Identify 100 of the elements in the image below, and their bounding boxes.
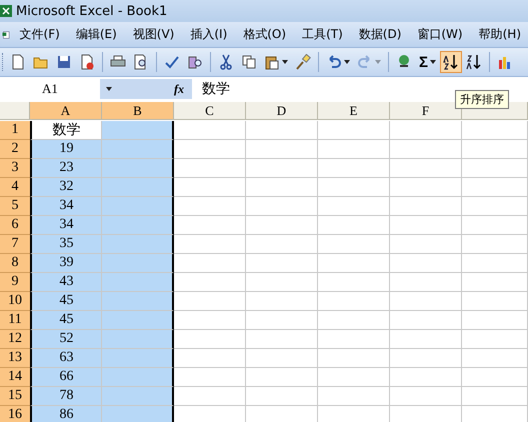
table-cell: [246, 311, 318, 330]
row-header[interactable]: 3: [0, 159, 30, 178]
table-cell: [390, 349, 462, 368]
row-header[interactable]: 6: [0, 216, 30, 235]
row-header[interactable]: 13: [0, 349, 30, 368]
table-cell: [174, 368, 246, 387]
menu-item[interactable]: 插入(I): [181, 26, 234, 43]
table-cell: [102, 121, 174, 140]
menu-item[interactable]: 工具(T): [293, 26, 350, 43]
table-cell: [390, 216, 462, 235]
table-cell: 78: [30, 387, 102, 406]
table-cell: [174, 387, 246, 406]
table-cell: [390, 254, 462, 273]
table-cell: [246, 273, 318, 292]
table-cell: [462, 311, 528, 330]
table-cell: [390, 387, 462, 406]
two-pages-icon: [241, 54, 257, 70]
table-cell: 34: [30, 216, 102, 235]
table-cell: 86: [30, 406, 102, 422]
table-cell: [174, 178, 246, 197]
table-cell: [102, 387, 174, 406]
row-header[interactable]: 8: [0, 254, 30, 273]
brush-icon: [295, 54, 311, 70]
table-cell: [246, 121, 318, 140]
table-cell: [318, 387, 390, 406]
table-cell: [462, 349, 528, 368]
table-cell: [246, 216, 318, 235]
column-header[interactable]: D: [246, 102, 318, 120]
table-cell: [174, 235, 246, 254]
table-cell: 39: [30, 254, 102, 273]
column-header[interactable]: B: [102, 102, 174, 120]
table-cell: [390, 292, 462, 311]
table-cell: [318, 140, 390, 159]
table-cell: [102, 197, 174, 216]
row-header[interactable]: 15: [0, 387, 30, 406]
table-cell: [102, 349, 174, 368]
table-cell: 45: [30, 292, 102, 311]
row-header[interactable]: 11: [0, 311, 30, 330]
table-cell: [246, 330, 318, 349]
column-header[interactable]: A: [30, 102, 102, 120]
row-header[interactable]: 12: [0, 330, 30, 349]
table-cell: [318, 216, 390, 235]
check-mark-icon: [164, 54, 180, 70]
name-box[interactable]: A1: [0, 79, 100, 99]
menu-item[interactable]: 编辑(E): [66, 26, 124, 43]
table-cell: [318, 197, 390, 216]
toolbar-button[interactable]: [440, 51, 462, 73]
table-cell: [102, 178, 174, 197]
table-cell: [102, 159, 174, 178]
scissors-icon: [218, 54, 234, 70]
table-cell: [390, 140, 462, 159]
table-cell: [174, 349, 246, 368]
table-cell: [462, 178, 528, 197]
row-header[interactable]: 14: [0, 368, 30, 387]
row-header[interactable]: 5: [0, 197, 30, 216]
table-cell: [462, 254, 528, 273]
menu-item[interactable]: 帮助(H): [470, 26, 528, 43]
table-cell: [102, 235, 174, 254]
row-header[interactable]: 10: [0, 292, 30, 311]
table-cell: [102, 368, 174, 387]
page-with-badge-icon: [79, 54, 95, 70]
table-cell: [174, 121, 246, 140]
row-header[interactable]: 1: [0, 121, 30, 140]
table-cell: 66: [30, 368, 102, 387]
clipboard-icon: [264, 54, 280, 70]
blank-page-icon: [10, 54, 26, 70]
table-cell: [174, 292, 246, 311]
menu-item[interactable]: 格式(O): [234, 26, 294, 43]
menu-item[interactable]: 窗口(W): [408, 26, 470, 43]
table-cell: 43: [30, 273, 102, 292]
row-header[interactable]: 2: [0, 140, 30, 159]
menu-item[interactable]: 数据(D): [350, 26, 408, 43]
table-cell: [246, 387, 318, 406]
table-cell: [462, 140, 528, 159]
row-header[interactable]: 9: [0, 273, 30, 292]
column-header[interactable]: C: [174, 102, 246, 120]
column-header[interactable]: E: [318, 102, 390, 120]
insert-function-button[interactable]: fx: [174, 79, 192, 99]
tooltip: 升序排序: [455, 90, 509, 109]
table-cell: [390, 235, 462, 254]
row-header[interactable]: 4: [0, 178, 30, 197]
table-cell: [246, 159, 318, 178]
table-cell: [246, 254, 318, 273]
table-cell: [390, 159, 462, 178]
column-header[interactable]: F: [390, 102, 462, 120]
table-cell: 63: [30, 349, 102, 368]
table-cell: [390, 311, 462, 330]
book-magnifier-icon: [187, 54, 203, 70]
row-header[interactable]: 16: [0, 406, 30, 422]
row-header[interactable]: 7: [0, 235, 30, 254]
caret-icon: [106, 87, 112, 91]
table-cell: [246, 349, 318, 368]
table-cell: [390, 178, 462, 197]
table-cell: 数学: [30, 121, 102, 140]
menu-item[interactable]: 视图(V): [124, 26, 182, 43]
menu-item[interactable]: 文件(F): [10, 26, 67, 43]
toolbar-button[interactable]: Σ: [416, 51, 440, 73]
table-cell: [462, 368, 528, 387]
table-cell: [174, 216, 246, 235]
table-cell: [390, 197, 462, 216]
